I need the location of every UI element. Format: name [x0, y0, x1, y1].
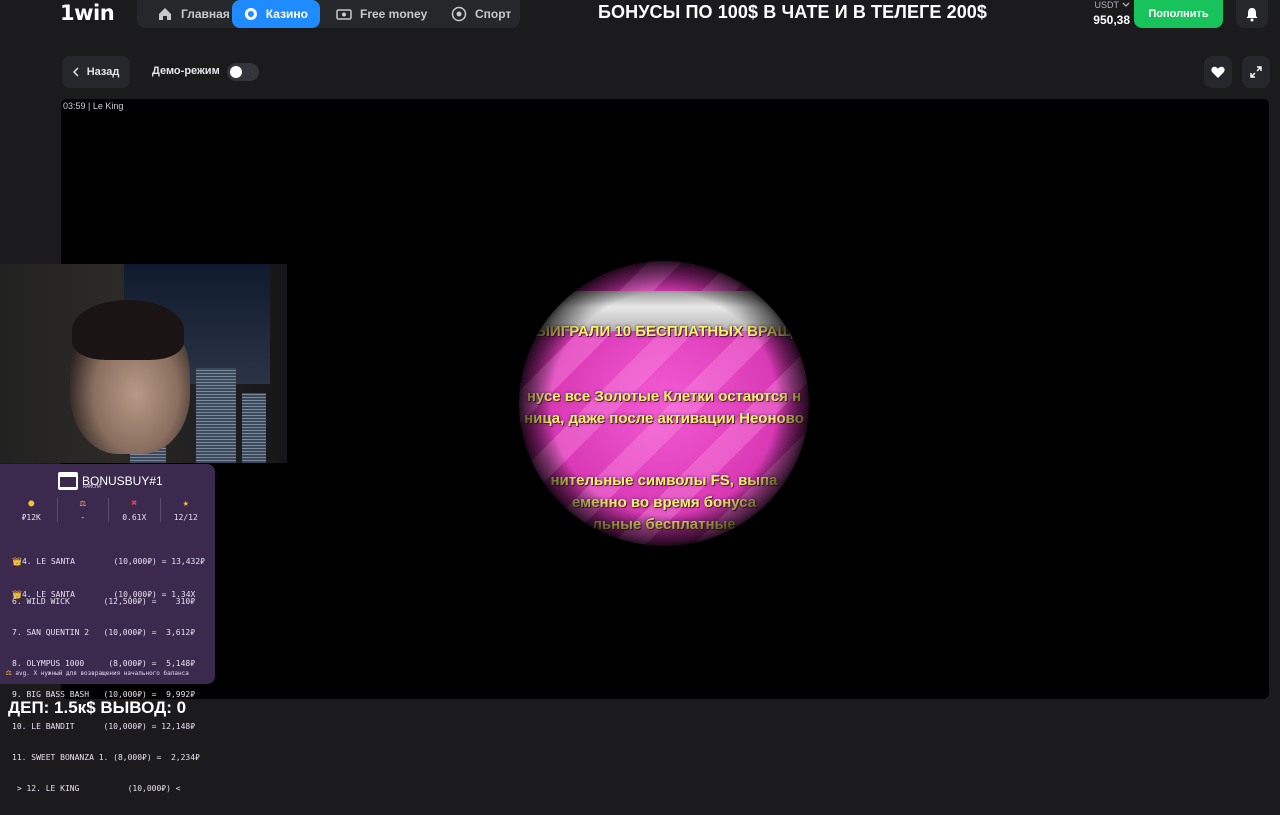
stream-headline: БОНУСЫ ПО 100$ В ЧАТЕ И В ТЕЛЕГЕ 200$	[598, 2, 988, 22]
nav-free-money-label: Free money	[360, 7, 428, 21]
stats-row: ● ₽12K ⚖ - ✖ 0.61X ★ 12/12	[6, 498, 211, 522]
back-button[interactable]: Назад	[62, 56, 130, 88]
message-line: ЫИГРАЛИ 10 БЕСПЛАТНЫХ ВРАЩ	[535, 323, 793, 340]
nav-casino[interactable]: Казино	[232, 0, 320, 28]
balance-amount: 950,38	[1093, 13, 1130, 27]
heart-icon	[1211, 66, 1225, 78]
scale-icon: ⚖	[6, 668, 12, 678]
game-toolbar: Назад Демо-режим	[0, 56, 1280, 88]
favorite-button[interactable]	[1204, 56, 1232, 88]
building	[242, 393, 266, 463]
deposit-button[interactable]: Пополнить	[1134, 0, 1223, 28]
footnote-text: avg. X нужный для возвращения начального…	[15, 669, 189, 677]
cross-icon: ✖	[131, 498, 138, 509]
top-bar: 1win Главная Казино Free money Спорт БОН…	[0, 0, 1280, 28]
panel-title: BONUSBUY#1	[58, 472, 163, 490]
list-item: 7. SAN QUENTIN 2 (10,000₽) = 3,612₽	[12, 628, 196, 638]
message-line: льные бесплатные	[592, 516, 736, 533]
demo-mode-toggle[interactable]	[227, 63, 259, 81]
coin-icon: ●	[28, 498, 35, 509]
star-icon: ★	[182, 498, 189, 509]
demo-mode-label: Демо-режим	[152, 65, 220, 77]
currency-selector[interactable]: USDT	[1074, 0, 1130, 10]
panel-subtitle: RAMCHA	[83, 484, 102, 490]
deposit-withdraw-overlay: ДЕП: 1.5к$ ВЫВОД: 0	[8, 698, 187, 717]
chevron-left-icon	[72, 67, 79, 77]
stat-value: 0.61X	[122, 513, 147, 522]
list-item: 6. WILD WICK (12,500₽) = 310₽	[12, 596, 196, 606]
message-line: ница, даже после активации Неоново	[524, 410, 804, 427]
nav-sport-label: Спорт	[475, 7, 512, 21]
list-item: 11. SWEET BONANZA 1. (8,000₽) = 2,234₽	[12, 752, 200, 762]
webcam-feed	[0, 264, 287, 463]
expand-icon	[1250, 66, 1262, 78]
stat-progress: ★ 12/12	[161, 498, 212, 522]
notifications-button[interactable]	[1236, 0, 1268, 28]
money-icon	[336, 9, 352, 20]
scale-icon: ⚖	[79, 498, 86, 509]
bonus-list: 6. WILD WICK (12,500₽) = 310₽ 7. SAN QUE…	[0, 576, 215, 815]
brand-logo[interactable]: 1win	[60, 1, 115, 25]
nav-home[interactable]: Главная	[145, 0, 242, 28]
casino-chip-icon	[244, 7, 257, 21]
stat-balance: ⚖ -	[58, 498, 109, 522]
toggle-knob	[230, 66, 242, 78]
nav-home-label: Главная	[181, 7, 230, 21]
list-item: 10. LE BANDIT (10,000₽) = 12,148₽	[12, 721, 196, 731]
list-item: > 12. LE KING (10,000₽) <	[12, 784, 181, 794]
nav-sport[interactable]: Спорт	[439, 0, 523, 28]
back-label: Назад	[86, 66, 120, 78]
fullscreen-button[interactable]	[1242, 56, 1270, 88]
message-line: нусе все Золотые Клетки остаются н	[526, 388, 802, 405]
message-line: еменно во время бонуса	[571, 494, 757, 511]
nav-free-money[interactable]: Free money	[324, 0, 439, 28]
home-icon	[159, 8, 171, 20]
bonus-buy-panel: BONUSBUY#1 RAMCHA ● ₽12K ⚖ - ✖ 0.61X ★ 1…	[0, 464, 215, 793]
list-item: 👑4. LE SANTA (10,000₽) = 13,432₽	[12, 556, 205, 566]
message-line: нительные символы FS, выпа	[550, 472, 778, 489]
chevron-down-icon	[1122, 2, 1130, 7]
currency-label: USDT	[1094, 0, 1120, 10]
game-info: 03:59 | Le King	[63, 101, 124, 111]
stat-total: ● ₽12K	[6, 498, 58, 522]
nav-casino-label: Казино	[265, 7, 308, 21]
free-spins-message: ЫИГРАЛИ 10 БЕСПЛАТНЫХ ВРАЩ нусе все Золо…	[519, 261, 809, 546]
gift-icon	[58, 472, 78, 490]
stat-value: -	[80, 513, 86, 522]
bell-icon	[1246, 7, 1258, 21]
balance-widget[interactable]: USDT 950,38	[1074, 0, 1130, 27]
panel-footnote: ⚖ avg. X нужный для возвращения начально…	[6, 668, 189, 678]
stat-value: ₽12K	[21, 513, 41, 522]
stat-value: 12/12	[173, 513, 198, 522]
ball-icon	[451, 6, 467, 22]
main-nav: Главная Казино Free money Спорт	[137, 0, 520, 28]
stat-avg-x: ✖ 0.61X	[109, 498, 161, 522]
streamer-hair	[72, 300, 184, 360]
building	[196, 368, 236, 463]
